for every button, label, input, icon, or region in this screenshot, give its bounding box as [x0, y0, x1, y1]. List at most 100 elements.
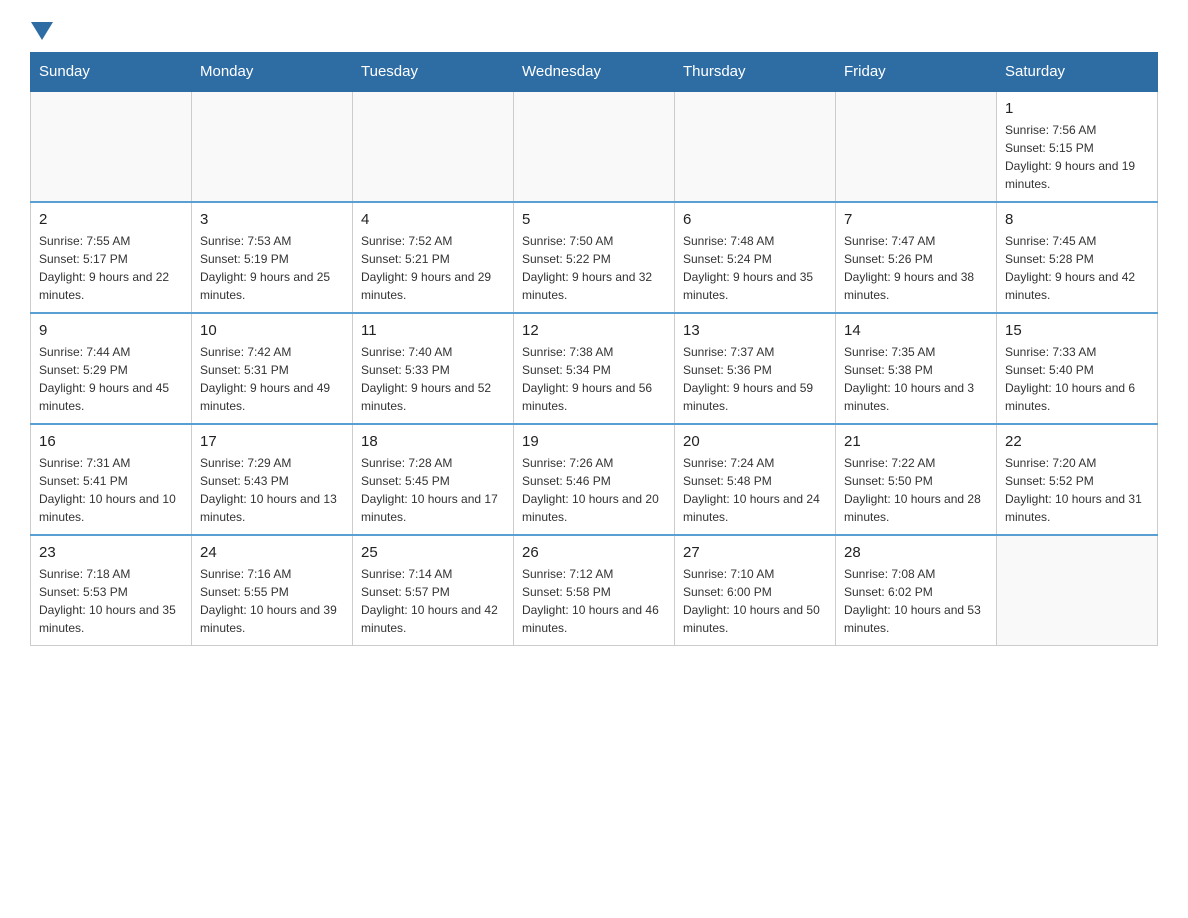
calendar-cell: 11 Sunrise: 7:40 AM Sunset: 5:33 PM Dayli…	[353, 313, 514, 424]
day-number: 4	[361, 211, 505, 228]
day-number: 21	[844, 433, 988, 450]
calendar-header-sunday: Sunday	[31, 53, 192, 92]
calendar-cell: 18 Sunrise: 7:28 AM Sunset: 5:45 PM Dayli…	[353, 424, 514, 535]
calendar-cell: 14 Sunrise: 7:35 AM Sunset: 5:38 PM Dayli…	[836, 313, 997, 424]
logo-triangle-icon	[31, 22, 53, 42]
day-number: 26	[522, 544, 666, 561]
calendar-header-thursday: Thursday	[675, 53, 836, 92]
day-info: Sunrise: 7:48 AM Sunset: 5:24 PM Dayligh…	[683, 232, 827, 304]
day-number: 13	[683, 322, 827, 339]
day-number: 23	[39, 544, 183, 561]
day-number: 3	[200, 211, 344, 228]
day-info: Sunrise: 7:14 AM Sunset: 5:57 PM Dayligh…	[361, 565, 505, 637]
calendar-cell: 2 Sunrise: 7:55 AM Sunset: 5:17 PM Daylig…	[31, 202, 192, 313]
day-number: 14	[844, 322, 988, 339]
calendar-cell: 28 Sunrise: 7:08 AM Sunset: 6:02 PM Dayli…	[836, 535, 997, 646]
day-info: Sunrise: 7:10 AM Sunset: 6:00 PM Dayligh…	[683, 565, 827, 637]
page-header	[30, 20, 1158, 42]
day-number: 16	[39, 433, 183, 450]
day-number: 10	[200, 322, 344, 339]
day-number: 27	[683, 544, 827, 561]
calendar-cell: 5 Sunrise: 7:50 AM Sunset: 5:22 PM Daylig…	[514, 202, 675, 313]
calendar-cell: 22 Sunrise: 7:20 AM Sunset: 5:52 PM Dayli…	[997, 424, 1158, 535]
calendar-cell: 6 Sunrise: 7:48 AM Sunset: 5:24 PM Daylig…	[675, 202, 836, 313]
day-info: Sunrise: 7:40 AM Sunset: 5:33 PM Dayligh…	[361, 343, 505, 415]
calendar-header-wednesday: Wednesday	[514, 53, 675, 92]
calendar-cell: 25 Sunrise: 7:14 AM Sunset: 5:57 PM Dayli…	[353, 535, 514, 646]
logo	[30, 20, 53, 42]
calendar-header-tuesday: Tuesday	[353, 53, 514, 92]
calendar-cell: 12 Sunrise: 7:38 AM Sunset: 5:34 PM Dayli…	[514, 313, 675, 424]
day-number: 25	[361, 544, 505, 561]
calendar-header-row: SundayMondayTuesdayWednesdayThursdayFrid…	[31, 53, 1158, 92]
calendar-week-row: 23 Sunrise: 7:18 AM Sunset: 5:53 PM Dayli…	[31, 535, 1158, 646]
day-info: Sunrise: 7:37 AM Sunset: 5:36 PM Dayligh…	[683, 343, 827, 415]
calendar-cell	[836, 91, 997, 202]
day-info: Sunrise: 7:52 AM Sunset: 5:21 PM Dayligh…	[361, 232, 505, 304]
day-info: Sunrise: 7:56 AM Sunset: 5:15 PM Dayligh…	[1005, 121, 1149, 193]
day-info: Sunrise: 7:22 AM Sunset: 5:50 PM Dayligh…	[844, 454, 988, 526]
day-info: Sunrise: 7:35 AM Sunset: 5:38 PM Dayligh…	[844, 343, 988, 415]
day-number: 9	[39, 322, 183, 339]
calendar-week-row: 9 Sunrise: 7:44 AM Sunset: 5:29 PM Daylig…	[31, 313, 1158, 424]
day-info: Sunrise: 7:38 AM Sunset: 5:34 PM Dayligh…	[522, 343, 666, 415]
calendar-week-row: 16Sunrise: 7:31 AM Sunset: 5:41 PM Dayli…	[31, 424, 1158, 535]
day-number: 15	[1005, 322, 1149, 339]
calendar-table: SundayMondayTuesdayWednesdayThursdayFrid…	[30, 52, 1158, 646]
calendar-week-row: 2 Sunrise: 7:55 AM Sunset: 5:17 PM Daylig…	[31, 202, 1158, 313]
calendar-cell: 17 Sunrise: 7:29 AM Sunset: 5:43 PM Dayli…	[192, 424, 353, 535]
day-info: Sunrise: 7:29 AM Sunset: 5:43 PM Dayligh…	[200, 454, 344, 526]
day-info: Sunrise: 7:50 AM Sunset: 5:22 PM Dayligh…	[522, 232, 666, 304]
calendar-cell	[997, 535, 1158, 646]
calendar-cell: 24 Sunrise: 7:16 AM Sunset: 5:55 PM Dayli…	[192, 535, 353, 646]
day-number: 17	[200, 433, 344, 450]
day-info: Sunrise: 7:45 AM Sunset: 5:28 PM Dayligh…	[1005, 232, 1149, 304]
calendar-header-monday: Monday	[192, 53, 353, 92]
day-number: 12	[522, 322, 666, 339]
day-info: Sunrise: 7:44 AM Sunset: 5:29 PM Dayligh…	[39, 343, 183, 415]
day-info: Sunrise: 7:47 AM Sunset: 5:26 PM Dayligh…	[844, 232, 988, 304]
day-number: 19	[522, 433, 666, 450]
calendar-cell: 3 Sunrise: 7:53 AM Sunset: 5:19 PM Daylig…	[192, 202, 353, 313]
calendar-cell: 8 Sunrise: 7:45 AM Sunset: 5:28 PM Daylig…	[997, 202, 1158, 313]
day-number: 24	[200, 544, 344, 561]
calendar-cell: 19 Sunrise: 7:26 AM Sunset: 5:46 PM Dayli…	[514, 424, 675, 535]
day-info: Sunrise: 7:42 AM Sunset: 5:31 PM Dayligh…	[200, 343, 344, 415]
day-info: Sunrise: 7:26 AM Sunset: 5:46 PM Dayligh…	[522, 454, 666, 526]
calendar-cell: 4 Sunrise: 7:52 AM Sunset: 5:21 PM Daylig…	[353, 202, 514, 313]
day-number: 28	[844, 544, 988, 561]
calendar-cell: 7 Sunrise: 7:47 AM Sunset: 5:26 PM Daylig…	[836, 202, 997, 313]
day-number: 8	[1005, 211, 1149, 228]
day-info: Sunrise: 7:53 AM Sunset: 5:19 PM Dayligh…	[200, 232, 344, 304]
day-number: 6	[683, 211, 827, 228]
calendar-header-saturday: Saturday	[997, 53, 1158, 92]
day-number: 5	[522, 211, 666, 228]
calendar-cell: 1Sunrise: 7:56 AM Sunset: 5:15 PM Daylig…	[997, 91, 1158, 202]
day-info: Sunrise: 7:20 AM Sunset: 5:52 PM Dayligh…	[1005, 454, 1149, 526]
calendar-cell	[192, 91, 353, 202]
day-info: Sunrise: 7:28 AM Sunset: 5:45 PM Dayligh…	[361, 454, 505, 526]
day-info: Sunrise: 7:18 AM Sunset: 5:53 PM Dayligh…	[39, 565, 183, 637]
day-number: 18	[361, 433, 505, 450]
calendar-cell: 27 Sunrise: 7:10 AM Sunset: 6:00 PM Dayli…	[675, 535, 836, 646]
day-info: Sunrise: 7:24 AM Sunset: 5:48 PM Dayligh…	[683, 454, 827, 526]
calendar-week-row: 1Sunrise: 7:56 AM Sunset: 5:15 PM Daylig…	[31, 91, 1158, 202]
day-number: 11	[361, 322, 505, 339]
day-info: Sunrise: 7:33 AM Sunset: 5:40 PM Dayligh…	[1005, 343, 1149, 415]
calendar-cell	[353, 91, 514, 202]
day-number: 20	[683, 433, 827, 450]
calendar-cell: 15 Sunrise: 7:33 AM Sunset: 5:40 PM Dayli…	[997, 313, 1158, 424]
day-number: 7	[844, 211, 988, 228]
day-info: Sunrise: 7:16 AM Sunset: 5:55 PM Dayligh…	[200, 565, 344, 637]
day-info: Sunrise: 7:08 AM Sunset: 6:02 PM Dayligh…	[844, 565, 988, 637]
calendar-cell: 9 Sunrise: 7:44 AM Sunset: 5:29 PM Daylig…	[31, 313, 192, 424]
day-number: 2	[39, 211, 183, 228]
day-number: 22	[1005, 433, 1149, 450]
calendar-cell: 23 Sunrise: 7:18 AM Sunset: 5:53 PM Dayli…	[31, 535, 192, 646]
day-info: Sunrise: 7:55 AM Sunset: 5:17 PM Dayligh…	[39, 232, 183, 304]
calendar-cell	[675, 91, 836, 202]
calendar-cell: 10 Sunrise: 7:42 AM Sunset: 5:31 PM Dayli…	[192, 313, 353, 424]
calendar-cell: 13 Sunrise: 7:37 AM Sunset: 5:36 PM Dayli…	[675, 313, 836, 424]
calendar-cell: 26Sunrise: 7:12 AM Sunset: 5:58 PM Dayli…	[514, 535, 675, 646]
calendar-cell	[514, 91, 675, 202]
